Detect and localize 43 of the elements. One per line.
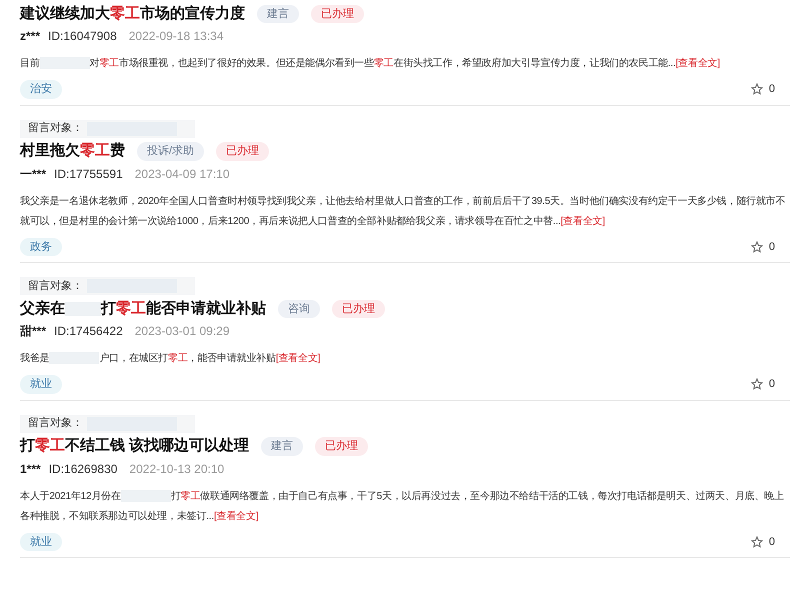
author-name: 甜*** — [20, 323, 46, 340]
status-tag: 已办理 — [315, 437, 368, 456]
post-id: ID:16047908 — [48, 28, 117, 45]
target-label: 留言对象： — [28, 278, 83, 294]
author-name: 一*** — [20, 166, 46, 182]
post-excerpt: 目前 对零工市场很重视，也起到了很好的效果。但还是能偶尔看到一些零工在街头找工作，希望政府加大引导宣传力度，让我们的农民工能...[查看全文] — [20, 56, 721, 72]
author-name: z*** — [20, 28, 40, 45]
star-icon[interactable] — [750, 83, 763, 96]
category-tag[interactable]: 就业 — [20, 375, 62, 394]
type-tag: 投诉/求助 — [137, 142, 204, 161]
post-title[interactable]: 建议继续加大零工市场的宣传力度 — [20, 2, 245, 26]
status-tag: 已办理 — [332, 300, 385, 318]
post-id: ID:16269830 — [48, 460, 118, 478]
like-count: 0 — [768, 534, 775, 550]
star-icon[interactable] — [750, 240, 763, 253]
post-excerpt: 我爸是 户口，在城区打零工，能否申请就业补贴[查看全文] — [20, 351, 322, 366]
status-tag: 已办理 — [311, 4, 364, 24]
post-id: ID:17456422 — [54, 323, 123, 340]
category-tag[interactable]: 政务 — [20, 238, 62, 256]
category-tag[interactable]: 治安 — [20, 80, 62, 98]
target-label: 留言对象： — [28, 120, 83, 136]
star-icon[interactable] — [750, 378, 763, 390]
post-time: 2023-03-01 09:29 — [134, 323, 230, 340]
post-title[interactable]: 父亲在 打零工能否申请就业补贴 — [20, 298, 266, 320]
post-title[interactable]: 打零工不结工钱 该找哪边可以处理 — [20, 435, 250, 458]
post-time: 2022-10-13 20:10 — [129, 460, 224, 478]
post-excerpt: 我父亲是一名退休老教师，2020年全国人口普查时村领导找到我父亲，让他去给村里做人口普查的工作，前前后后干了39.5天。当时他们确实没有约定干一天多少钱，随行就市不就可以，但是村里的会计第一次说给1000，后来1200，再后来说把人口普查的全部补贴都给我父亲，请求领导在百忙之中替...[查看全文] — [20, 194, 786, 228]
like-count: 0 — [768, 82, 775, 97]
post-time: 2023-04-09 17:10 — [134, 166, 230, 182]
type-tag: 咨询 — [278, 300, 320, 318]
like-count: 0 — [768, 240, 775, 254]
author-name: 1*** — [20, 460, 41, 478]
target-label: 留言对象： — [28, 416, 83, 432]
star-icon[interactable] — [750, 536, 763, 548]
post-title[interactable]: 村里拖欠零工费 — [20, 140, 125, 163]
post-excerpt: 本人于2021年12月份在 打零工做联通网络覆盖，由于自己有点事，干了5天，以后再没过去，至今那边不给结干活的工钱，每次打电话都是明天、过两天、月底、晚上各种推脱，不知联系那边可以处理，未签订...[查看全文] — [20, 488, 785, 524]
type-tag: 建言 — [257, 4, 299, 24]
category-tag[interactable]: 就业 — [20, 532, 62, 551]
status-tag: 已办理 — [216, 142, 270, 161]
type-tag: 建言 — [261, 437, 304, 456]
like-count: 0 — [768, 377, 775, 392]
post-id: ID:17755591 — [54, 166, 123, 182]
post-time: 2022-09-18 13:34 — [128, 28, 224, 45]
